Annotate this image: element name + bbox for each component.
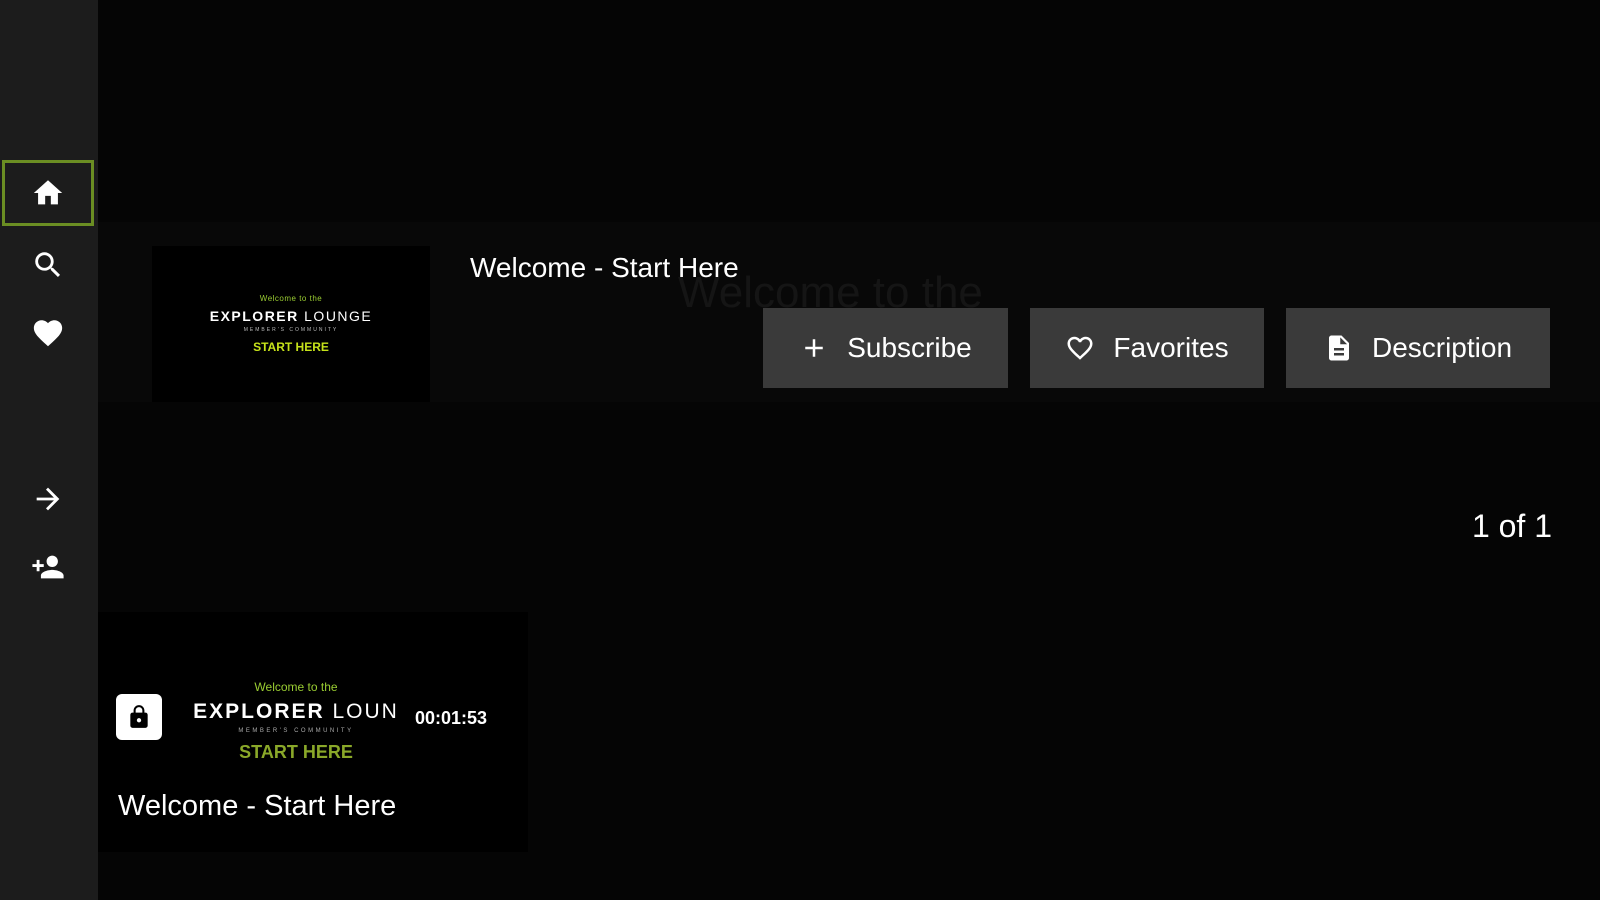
sidebar-item-favorites[interactable] [2,300,94,366]
plus-icon [805,339,823,357]
main-content: Welcome to the EXPLORER LOUNGE MEMBER'S … [98,0,1600,900]
page-indicator: 1 of 1 [1471,508,1552,544]
favorites-button[interactable]: Favorites [1030,308,1264,388]
lock-icon [130,705,148,728]
thumbnail-start-text: START HERE [253,340,329,354]
sidebar-item-sign-in[interactable] [2,466,94,532]
search-icon [35,252,61,278]
favorites-button-label: Favorites [1113,332,1229,363]
card-brand: EXPLORER LOUN [193,700,399,724]
sidebar-item-search[interactable] [2,232,94,298]
hero-title: Welcome - Start Here [470,252,739,283]
document-icon [1328,335,1349,361]
home-icon [33,180,63,205]
duration-badge: 00:01:53 [413,708,490,729]
add-person-icon [32,555,64,579]
video-card[interactable]: Welcome to the EXPLORER LOUN MEMBER'S CO… [98,612,528,852]
heart-outline-icon [1067,336,1093,360]
arrow-right-icon [36,487,60,511]
card-subtitle: MEMBER'S COMMUNITY [238,728,354,734]
thumbnail-welcome-text: Welcome to the [259,294,323,303]
heart-icon [33,320,63,347]
card-welcome-text: Welcome to the [254,680,338,694]
sidebar-item-home[interactable] [2,160,94,226]
card-title: Welcome - Start Here [118,790,397,822]
thumbnail-subtitle: MEMBER'S COMMUNITY [243,327,339,333]
sidebar-item-sign-up[interactable] [2,534,94,600]
thumbnail-brand: EXPLORER LOUNGE [210,308,373,324]
description-button-label: Description [1371,332,1513,363]
card-start-text: START HERE [239,742,353,762]
card-brand-light: LOUN [324,700,399,723]
thumbnail-brand-bold: EXPLORER [209,308,299,324]
subscribe-button[interactable]: Subscribe [763,308,1008,388]
card-thumbnail: Welcome to the EXPLORER LOUN MEMBER'S CO… [176,680,416,763]
sidebar [0,0,98,900]
subscribe-button-label: Subscribe [847,332,972,363]
lock-badge [116,694,162,740]
thumbnail-brand-light: LOUNGE [298,308,373,324]
card-brand-bold: EXPLORER [193,700,325,723]
hero-thumbnail: Welcome to the EXPLORER LOUNGE MEMBER'S … [152,246,430,402]
description-button[interactable]: Description [1286,308,1550,388]
